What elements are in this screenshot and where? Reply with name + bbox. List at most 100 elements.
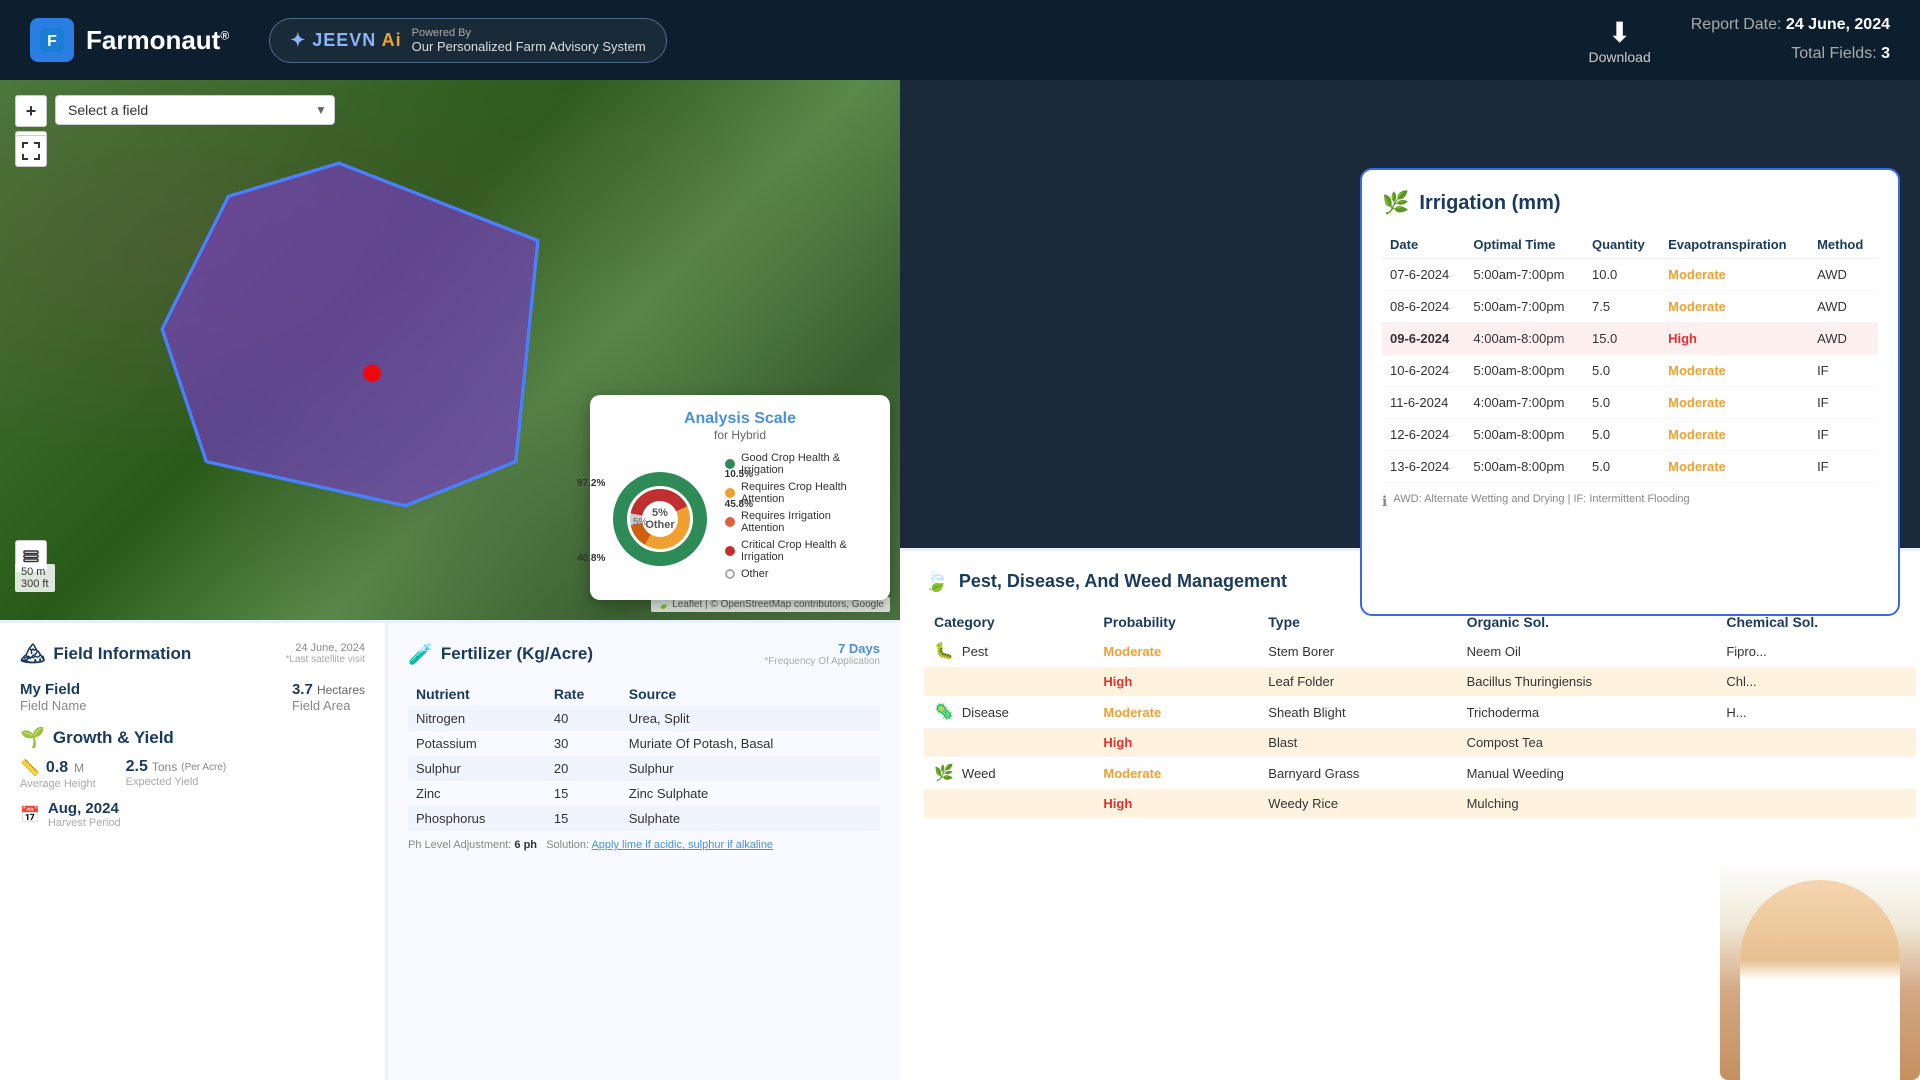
fullscreen-button[interactable] [15,135,47,167]
irr-date: 09-6-2024 [1382,323,1465,355]
legend-label-crop-health: Requires Crop Health Attention [741,481,875,505]
irr-evap: High [1660,323,1809,355]
field-info-header: 🏔 Field Information 24 June, 2024 *Last … [20,641,365,666]
irr-col-qty: Quantity [1584,231,1660,259]
pest-prob: High [1093,790,1258,818]
irrigation-header: 🌿 Irrigation (mm) [1382,190,1878,216]
info-icon: ℹ [1382,493,1387,510]
ph-value: 6 ph [514,839,537,851]
field-select-dropdown[interactable]: Select a field [55,95,335,125]
jeevn-banner: ✦ JEEVN Ai Powered By Our Personalized F… [269,18,667,63]
pest-type: Stem Borer [1258,635,1456,668]
jeevn-tagline: Our Personalized Farm Advisory System [412,39,646,54]
irr-qty: 5.0 [1584,419,1660,451]
fert-rate: 15 [546,781,621,806]
analysis-content: 97.2% 10.5% 45.8% 5% 40.8% 5% Other [605,452,875,585]
irr-row: 09-6-2024 4:00am-8:00pm 15.0 High AWD [1382,323,1878,355]
download-icon: ⬇ [1608,16,1631,49]
field-area-label: Field Area [292,698,365,713]
legend-label-other: Other [741,568,769,580]
pest-chemical [1716,757,1916,790]
irr-evap: Moderate [1660,355,1809,387]
irr-row: 10-6-2024 5:00am-8:00pm 5.0 Moderate IF [1382,355,1878,387]
legend-dot-irrigation [725,517,735,527]
col-rate: Rate [546,682,621,706]
fert-rate: 15 [546,806,621,831]
fertilizer-body: Nitrogen 40 Urea, Split Potassium 30 Mur… [408,706,880,831]
dropdown-arrow-icon: ▼ [315,103,327,117]
irrigation-body: 07-6-2024 5:00am-7:00pm 10.0 Moderate AW… [1382,259,1878,483]
fert-source: Sulphur [621,756,880,781]
fert-rate: 20 [546,756,621,781]
pest-organic: Compost Tea [1457,729,1717,757]
solution-note: Ph Level Adjustment: 6 ph Solution: Appl… [408,839,880,851]
irrigation-title: Irrigation (mm) [1419,192,1560,215]
chart-center-label: 5% Other [645,507,674,531]
legend-label-critical: Critical Crop Health & Irrigation [741,539,875,563]
irr-time: 5:00am-8:00pm [1465,355,1584,387]
irr-method: IF [1809,355,1878,387]
footnote-text: AWD: Alternate Wetting and Drying | IF: … [1393,493,1689,505]
irr-row: 12-6-2024 5:00am-8:00pm 5.0 Moderate IF [1382,419,1878,451]
irr-qty: 15.0 [1584,323,1660,355]
scale-feet: 300 ft [21,578,49,590]
pct-408-label: 40.8% [577,553,605,564]
legend-label-irrigation: Requires Irrigation Attention [741,510,875,534]
irrigation-footnote: ℹ AWD: Alternate Wetting and Drying | IF… [1382,493,1878,510]
irr-date: 12-6-2024 [1382,419,1465,451]
legend-dot-good [725,459,735,469]
pest-type: Barnyard Grass [1258,757,1456,790]
irrigation-table: Date Optimal Time Quantity Evapotranspir… [1382,231,1878,483]
analysis-subtitle: for Hybrid [605,428,875,442]
fert-nutrient: Nitrogen [408,706,546,731]
pest-prob: Moderate [1093,696,1258,729]
harvest-period-label: Harvest Period [48,817,121,829]
download-button[interactable]: ⬇ Download [1588,16,1650,65]
pest-prob: High [1093,668,1258,696]
irr-row: 08-6-2024 5:00am-7:00pm 7.5 Moderate AWD [1382,291,1878,323]
fert-row: Potassium 30 Muriate Of Potash, Basal [408,731,880,756]
fertilizer-title: 🧪 Fertilizer (Kg/Acre) [408,642,593,667]
growth-header: 🌱 Growth & Yield [20,725,365,750]
irr-evap: Moderate [1660,451,1809,483]
legend-critical: Critical Crop Health & Irrigation [725,539,875,563]
irr-evap: Moderate [1660,259,1809,291]
pest-chemical: Fipro... [1716,635,1916,668]
zoom-in-button[interactable]: + [15,95,47,127]
irr-col-evap: Evapotranspiration [1660,231,1809,259]
field-info-panel: 🏔 Field Information 24 June, 2024 *Last … [0,620,385,1080]
field-name-value: My Field [20,681,86,698]
field-area-number: 3.7 [292,681,313,698]
irr-method: AWD [1809,259,1878,291]
pest-organic: Trichoderma [1457,696,1717,729]
irr-time: 5:00am-8:00pm [1465,419,1584,451]
pest-type: Leaf Folder [1258,668,1456,696]
irr-date: 07-6-2024 [1382,259,1465,291]
pct-458-label: 45.8% [725,499,753,510]
expected-yield-item: 2.5 Tons (Per Acre) Expected Yield [126,758,227,790]
pest-title: Pest, Disease, And Weed Management [959,571,1287,592]
irr-time: 4:00am-8:00pm [1465,323,1584,355]
pest-chemical: H... [1716,696,1916,729]
pest-table: Category Probability Type Organic Sol. C… [924,609,1916,818]
fert-source: Muriate Of Potash, Basal [621,731,880,756]
fertilizer-header: 🧪 Fertilizer (Kg/Acre) 7 Days *Frequency… [408,641,880,667]
ph-label: Ph Level Adjustment: [408,839,511,851]
col-source: Source [621,682,880,706]
logo-reg: ® [220,28,229,42]
svg-text:F: F [47,33,57,50]
calendar-icon: 📅 [20,805,40,825]
pest-row: High Leaf Folder Bacillus Thuringiensis … [924,668,1916,696]
avg-height-item: 📏 0.8 M Average Height [20,758,96,790]
field-area-unit: Hectares [317,683,365,697]
bottom-panels: 🏔 Field Information 24 June, 2024 *Last … [0,620,900,1080]
field-info-title-text: Field Information [53,644,191,664]
map-container[interactable]: + − Select a field ▼ [0,80,900,620]
main-content: + − Select a field ▼ [0,80,1920,1080]
avatar-image [1720,860,1920,1080]
pct-972-label: 97.2% [577,478,605,489]
legend-dot-crop-health [725,488,735,498]
harvest-date-value: Aug, 2024 [48,800,121,817]
logo-icon: F [30,18,74,62]
harvest-row: 📅 Aug, 2024 Harvest Period [20,800,365,829]
